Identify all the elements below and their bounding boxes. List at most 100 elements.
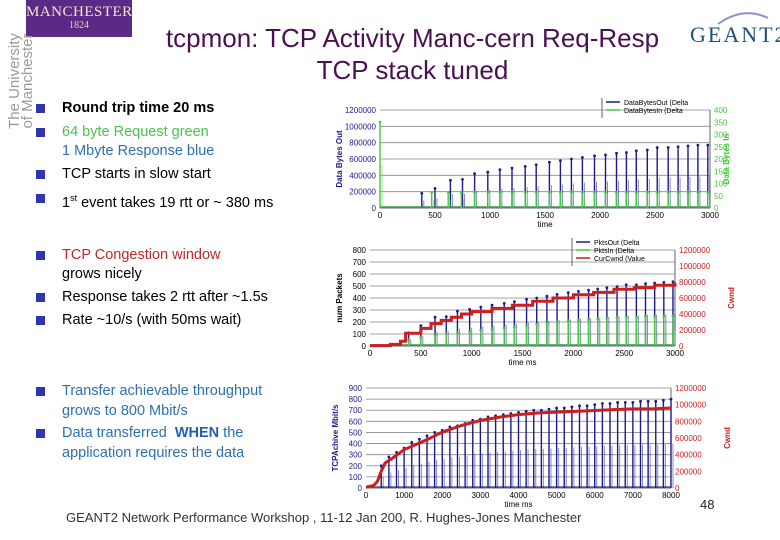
bullet-square-icon xyxy=(36,293,45,302)
series-point xyxy=(524,409,528,413)
series-point xyxy=(512,325,516,329)
x-tick-label: 2500 xyxy=(615,349,633,358)
series-point xyxy=(559,190,562,194)
bullet-request-cont: 1 Mbyte Response blue xyxy=(62,143,215,159)
y-axis-label: TCPAchive Mbit/s xyxy=(331,404,340,472)
series-point xyxy=(645,148,649,152)
series-point xyxy=(433,187,437,190)
series-point xyxy=(498,168,502,172)
y-tick-label: 500 xyxy=(349,428,363,437)
series-point xyxy=(625,190,628,194)
series-point xyxy=(634,315,638,319)
series-point xyxy=(585,404,589,408)
series-point xyxy=(532,408,536,412)
series-point xyxy=(502,326,506,330)
y2-tick-label: 200000 xyxy=(675,467,702,476)
bullet-square-icon xyxy=(36,387,45,396)
bullet-square-icon xyxy=(36,128,45,137)
legend-label: DataBytesOut (Delta xyxy=(624,100,688,107)
series-point xyxy=(534,163,538,167)
university-vertical-text: The University of Manchester xyxy=(6,26,36,136)
y-tick-label: 100 xyxy=(349,473,363,482)
series-point xyxy=(545,294,549,298)
series-point xyxy=(581,155,584,159)
y-tick-label: 900 xyxy=(349,384,363,393)
series-point xyxy=(425,434,429,438)
x-tick-label: 2000 xyxy=(591,211,609,220)
series-point xyxy=(461,178,464,181)
series-point xyxy=(604,153,607,157)
geant-logo: GEANT2 xyxy=(688,10,780,50)
series-point xyxy=(446,190,450,194)
series-point xyxy=(587,288,590,292)
x-tick-label: 0 xyxy=(378,211,383,220)
series-point xyxy=(535,296,539,300)
series-point xyxy=(512,300,516,303)
x-tick-label: 1500 xyxy=(536,211,554,220)
series-point xyxy=(547,407,551,411)
y2-tick-label: 800000 xyxy=(679,278,706,287)
series-point xyxy=(654,399,658,403)
series-point xyxy=(696,190,700,194)
series-point xyxy=(655,146,659,149)
x-tick-label: 6000 xyxy=(586,491,604,500)
series-point xyxy=(490,327,494,331)
series-point xyxy=(671,314,675,318)
bullet-square-icon xyxy=(36,316,45,325)
bullet-square-icon xyxy=(36,251,45,260)
x-tick-label: 4000 xyxy=(510,491,528,500)
bullet-data-transferred: Data transferred WHEN the xyxy=(62,424,243,443)
series-point xyxy=(653,315,657,318)
series-point xyxy=(387,455,391,459)
x-tick-label: 7000 xyxy=(624,491,642,500)
series-point xyxy=(616,401,620,404)
x-tick-label: 3000 xyxy=(471,491,489,500)
series-point xyxy=(645,190,649,194)
series-point xyxy=(555,320,559,324)
x-tick-label: 1500 xyxy=(514,349,532,358)
series-point xyxy=(468,330,472,333)
series-point xyxy=(634,149,638,153)
series-point xyxy=(555,293,559,296)
legend-label: DataBytesIn (Delta xyxy=(624,108,683,115)
series-point xyxy=(419,324,423,327)
series-point xyxy=(566,291,570,294)
data-transferred-pre: Data transferred xyxy=(62,425,175,441)
series-point xyxy=(486,170,490,174)
series-point xyxy=(449,178,452,182)
series-point xyxy=(486,190,490,194)
bullet-square-icon xyxy=(36,429,45,438)
bullet-rtt: Round trip time 20 ms xyxy=(62,100,215,116)
series-point xyxy=(570,190,573,194)
y2-tick-label: 400 xyxy=(714,106,728,115)
series-point xyxy=(676,145,680,149)
series-point xyxy=(555,406,559,410)
x-tick-label: 1000 xyxy=(463,349,481,358)
chart-data-bytes: 0 200000 400000 600000 800000 1000000 1200000 0… xyxy=(335,98,731,229)
series-point xyxy=(479,305,483,309)
y-tick-label: 600000 xyxy=(349,155,376,164)
series-line-2 xyxy=(370,282,677,348)
chart-throughput-cwnd: 0100200300400500600700800900020000040000… xyxy=(331,384,732,508)
y-tick-label: 800 xyxy=(349,395,363,404)
series-point xyxy=(676,190,680,194)
series-point xyxy=(490,303,494,307)
series-point xyxy=(473,172,476,176)
legend-label: CurCwnd (Value xyxy=(594,256,645,263)
series-point xyxy=(419,336,423,339)
series-point xyxy=(596,287,600,291)
series-point xyxy=(593,190,596,194)
series-point xyxy=(605,286,609,290)
y2-axis-label: Cwnd xyxy=(723,427,732,449)
series-point xyxy=(686,144,690,148)
x-tick-label: 5000 xyxy=(548,491,566,500)
series-point xyxy=(671,280,675,284)
series-point xyxy=(473,190,476,194)
series-point xyxy=(615,190,618,194)
x-tick-label: 500 xyxy=(428,211,442,220)
bullet-cwnd: TCP Congestion window xyxy=(62,247,221,263)
first-event-num: 1 xyxy=(62,194,71,211)
series-point xyxy=(577,318,580,322)
series-point xyxy=(502,302,506,305)
series-point xyxy=(666,190,670,194)
